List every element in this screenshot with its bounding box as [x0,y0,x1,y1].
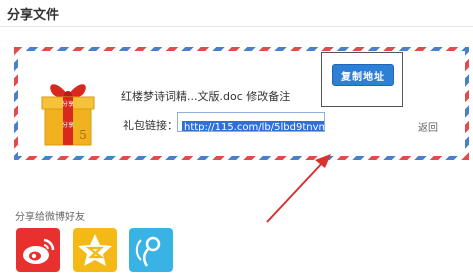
link-label: 礼包链接： [123,119,178,132]
dialog-title: 分享文件 [7,8,60,23]
gift-box-bottom-text: 分享 [62,121,74,129]
weibo-icon[interactable] [16,228,60,272]
title-divider [0,26,473,27]
back-link[interactable]: 返回 [418,119,438,134]
share-section-label: 分享给微博好友 [15,212,85,223]
tencent-weibo-icon[interactable] [129,228,173,272]
link-url-text: http://115.com/lb/5lbd9tnvmgh [182,121,324,131]
file-name: 红楼梦诗词精...文版.doc 修改备注 [121,90,291,103]
qzone-icon[interactable] [73,228,117,272]
gift-box-icon: 分享 分享 5 [38,73,98,147]
gift-box-top-text: 分享 [62,100,74,108]
link-url-input[interactable]: http://115.com/lb/5lbd9tnvmgh [177,112,325,132]
gift-box-number: 5 [79,128,87,142]
copy-address-button[interactable]: 复制地址 [332,64,394,86]
pointer-arrow [255,150,335,230]
